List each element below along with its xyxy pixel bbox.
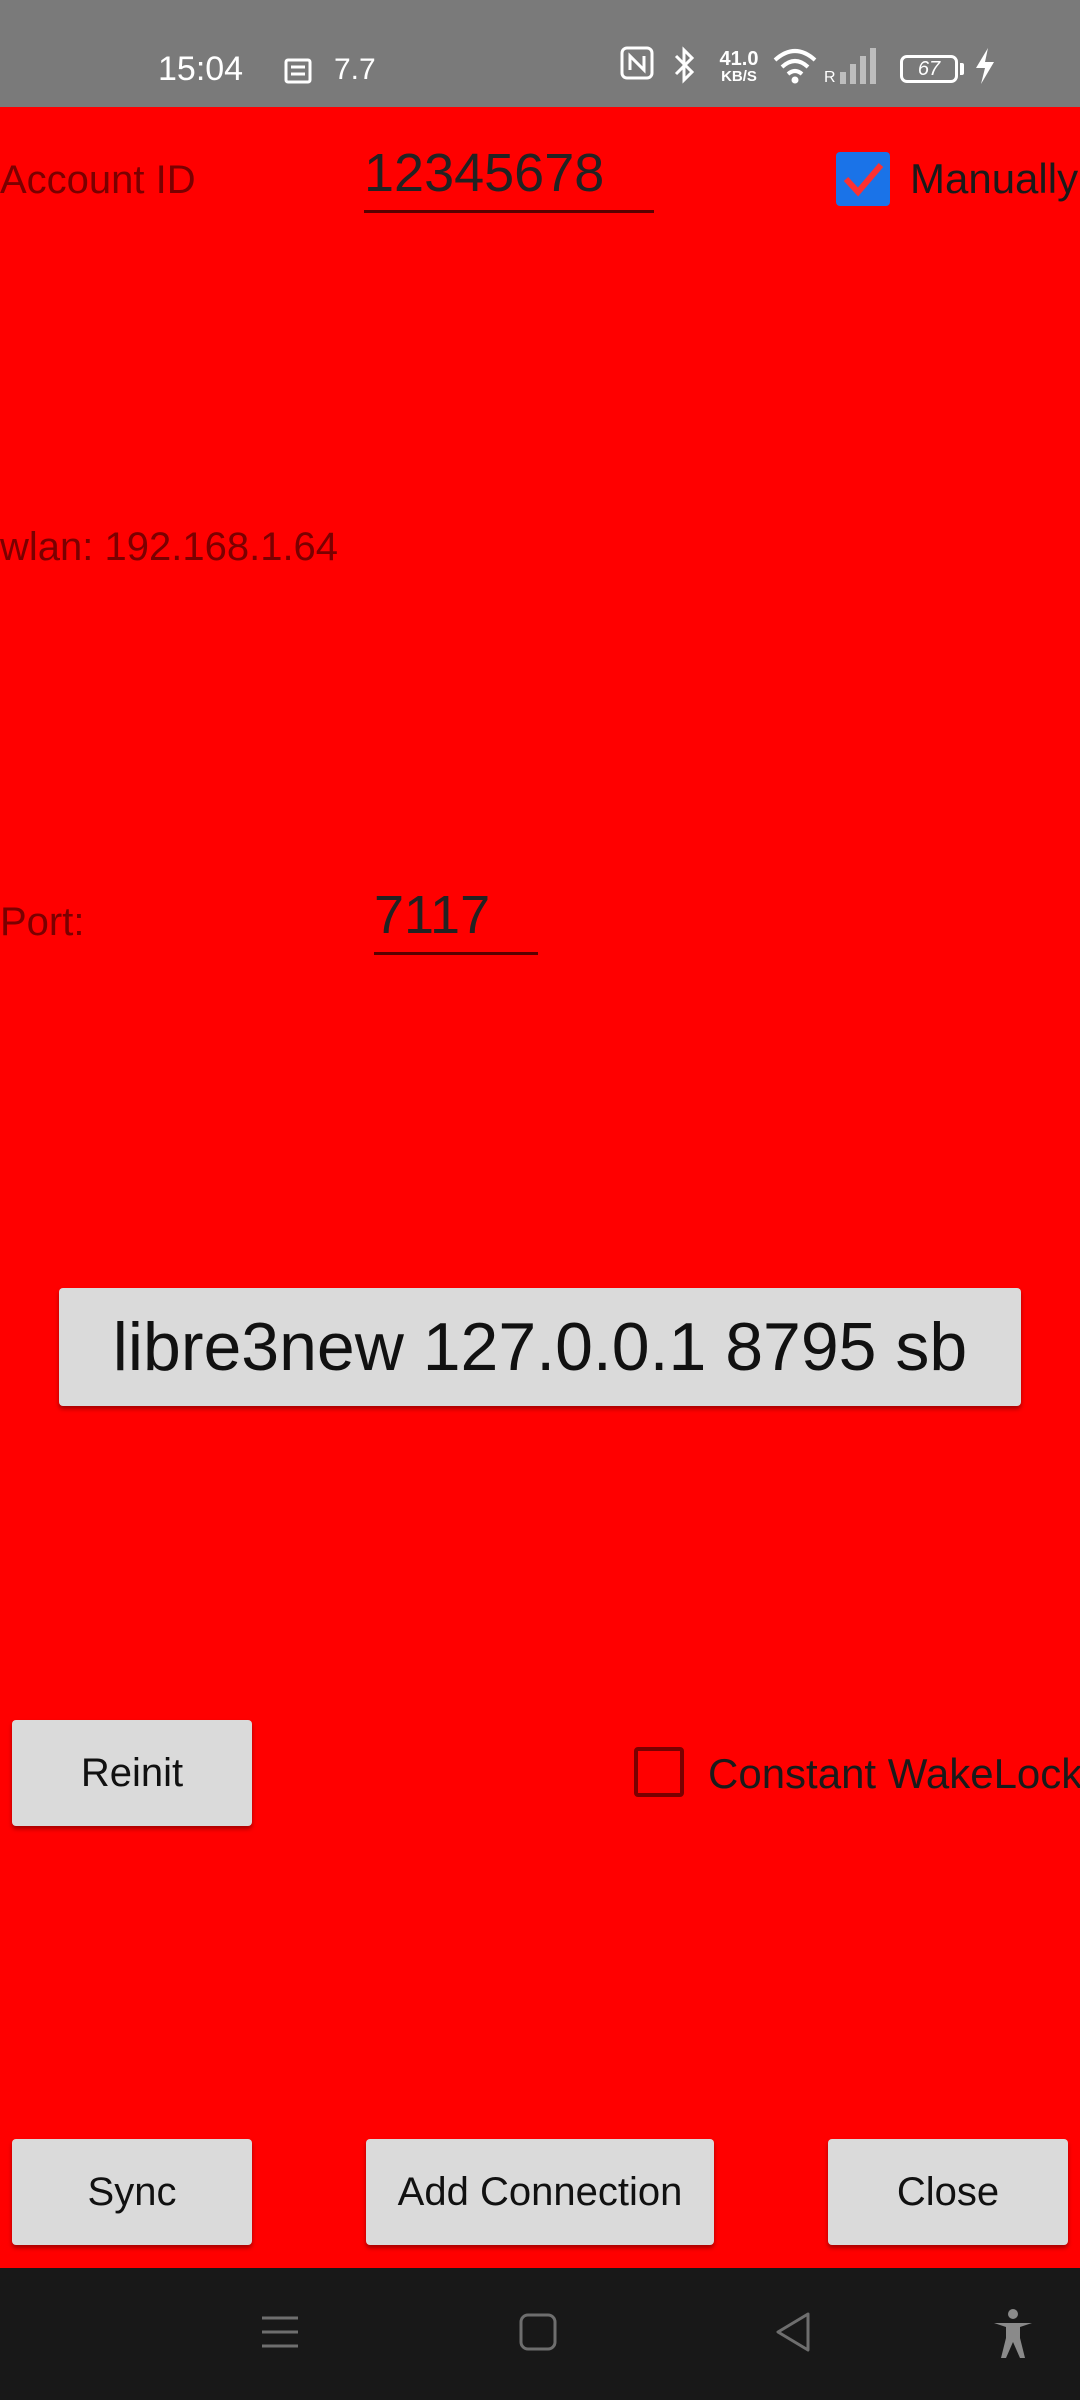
network-speed-value: 41.0 xyxy=(719,48,759,70)
bluetooth-icon xyxy=(674,46,695,84)
wakelock-label[interactable]: Constant WakeLock xyxy=(708,1750,1080,1798)
battery-nub xyxy=(960,63,964,75)
signal-icon: R xyxy=(824,48,876,86)
network-speed-unit: KB/S xyxy=(721,68,757,85)
roaming-indicator: R xyxy=(824,69,836,86)
status-bar: 15:04 7.7 41.0 KB/S R 67 xyxy=(0,0,1080,107)
accessibility-icon[interactable] xyxy=(990,2308,1036,2360)
port-input[interactable]: 7117 xyxy=(374,884,538,955)
network-speed: 41.0 KB/S xyxy=(714,48,764,86)
port-label: Port: xyxy=(0,900,85,944)
menu-icon[interactable] xyxy=(262,2310,298,2354)
account-id-label: Account ID xyxy=(0,158,196,202)
sim-card-icon xyxy=(284,58,312,84)
close-button[interactable]: Close xyxy=(828,2139,1068,2245)
notification-text: 7.7 xyxy=(334,53,376,86)
connection-entry-button[interactable]: libre3new 127.0.0.1 8795 sb xyxy=(59,1288,1021,1406)
wakelock-checkbox[interactable] xyxy=(634,1747,684,1797)
sync-button[interactable]: Sync xyxy=(12,2139,252,2245)
check-icon xyxy=(843,163,884,197)
manually-label[interactable]: Manually xyxy=(910,155,1078,203)
nfc-icon xyxy=(620,46,654,80)
reinit-button[interactable]: Reinit xyxy=(12,1720,252,1826)
wifi-icon xyxy=(773,49,817,84)
status-time: 15:04 xyxy=(158,50,244,88)
add-connection-button[interactable]: Add Connection xyxy=(366,2139,714,2245)
manually-checkbox[interactable] xyxy=(836,152,890,206)
charging-icon xyxy=(976,48,994,84)
back-icon[interactable] xyxy=(774,2310,814,2354)
home-icon[interactable] xyxy=(518,2310,558,2354)
battery-icon: 67 xyxy=(900,55,958,83)
account-id-input[interactable]: 12345678 xyxy=(364,142,654,213)
wlan-address: wlan: 192.168.1.64 xyxy=(0,525,339,569)
